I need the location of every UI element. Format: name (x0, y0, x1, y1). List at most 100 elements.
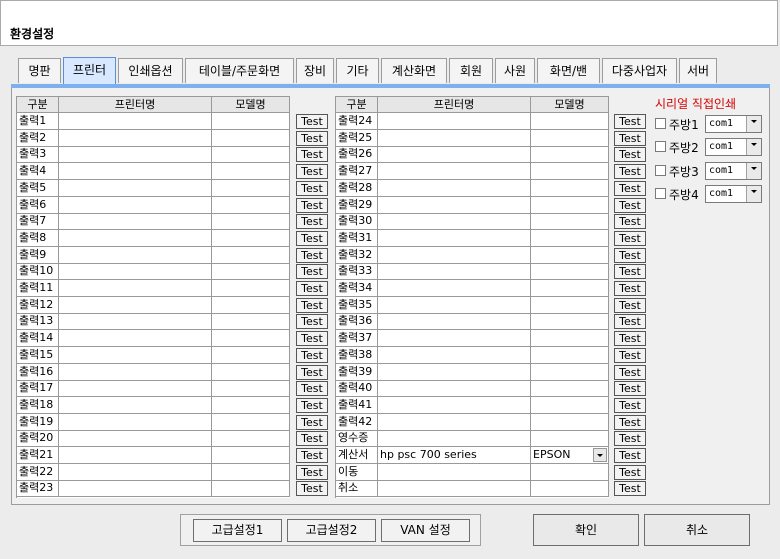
table-cell-model[interactable] (212, 346, 290, 364)
test-button[interactable]: Test (296, 347, 328, 363)
table-cell-model[interactable] (212, 246, 290, 264)
test-button[interactable]: Test (296, 364, 328, 380)
table-cell-model[interactable] (212, 363, 290, 381)
test-button[interactable]: Test (614, 381, 646, 397)
table-cell-model[interactable] (212, 196, 290, 214)
table-cell-model[interactable] (531, 346, 609, 364)
table-cell-printer[interactable] (59, 263, 212, 281)
tab-3[interactable]: 인쇄옵션 (118, 58, 183, 83)
tab-4[interactable]: 테이블/주문화면 (185, 58, 294, 83)
table-cell-model[interactable] (212, 296, 290, 314)
table-cell-printer[interactable] (378, 213, 531, 231)
test-button[interactable]: Test (296, 230, 328, 246)
test-button[interactable]: Test (296, 164, 328, 180)
table-cell-model[interactable] (531, 246, 609, 264)
test-button[interactable]: Test (614, 164, 646, 180)
table-cell-model[interactable] (531, 413, 609, 431)
advanced-settings-2-button[interactable]: 고급설정2 (287, 519, 376, 542)
serial-port-select[interactable]: com1 (705, 115, 762, 133)
chevron-down-icon[interactable] (593, 448, 607, 462)
test-button[interactable]: Test (614, 448, 646, 463)
table-cell-printer[interactable]: hp psc 700 series (378, 447, 531, 464)
table-cell-model[interactable] (212, 396, 290, 414)
test-button[interactable]: Test (614, 147, 646, 163)
test-button[interactable]: Test (614, 197, 646, 213)
tab-2[interactable]: 프린터 (63, 57, 116, 84)
table-cell-printer[interactable] (378, 163, 531, 181)
ok-button[interactable]: 확인 (533, 514, 639, 546)
table-cell-printer[interactable] (59, 430, 212, 448)
table-cell-printer[interactable] (59, 480, 212, 498)
test-button[interactable]: Test (296, 214, 328, 230)
test-button[interactable]: Test (614, 347, 646, 363)
tab-11[interactable]: 다중사업자 (602, 58, 677, 83)
advanced-settings-1-button[interactable]: 고급설정1 (193, 519, 282, 542)
table-cell-printer[interactable] (378, 313, 531, 331)
table-cell-printer[interactable] (378, 229, 531, 247)
tab-8[interactable]: 회원 (449, 58, 493, 83)
table-cell-printer[interactable] (59, 229, 212, 247)
serial-port-select[interactable]: com1 (705, 161, 762, 180)
table-cell-model[interactable] (531, 330, 609, 348)
table-cell-printer[interactable] (378, 330, 531, 348)
test-button[interactable]: Test (296, 464, 328, 480)
table-cell-printer[interactable] (378, 430, 531, 448)
test-button[interactable]: Test (296, 114, 328, 129)
table-cell-model[interactable] (531, 463, 609, 481)
test-button[interactable]: Test (614, 281, 646, 296)
table-cell-printer[interactable] (378, 113, 531, 130)
table-cell-printer[interactable] (59, 196, 212, 214)
test-button[interactable]: Test (296, 264, 328, 280)
test-button[interactable]: Test (296, 414, 328, 430)
test-button[interactable]: Test (614, 431, 646, 447)
table-cell-model[interactable] (531, 396, 609, 414)
test-button[interactable]: Test (296, 381, 328, 397)
test-button[interactable]: Test (296, 197, 328, 213)
table-cell-model[interactable] (212, 330, 290, 348)
table-cell-printer[interactable] (378, 463, 531, 481)
table-cell-model[interactable] (212, 179, 290, 197)
test-button[interactable]: Test (296, 397, 328, 413)
test-button[interactable]: Test (614, 214, 646, 230)
table-cell-model[interactable] (212, 463, 290, 481)
table-cell-printer[interactable] (59, 330, 212, 348)
table-cell-printer[interactable] (378, 129, 531, 147)
table-cell-printer[interactable] (378, 296, 531, 314)
table-cell-model[interactable] (531, 280, 609, 297)
test-button[interactable]: Test (296, 247, 328, 263)
table-cell-model[interactable] (531, 213, 609, 231)
table-cell-model[interactable] (212, 113, 290, 130)
table-cell-model[interactable] (212, 413, 290, 431)
table-cell-model[interactable] (531, 480, 609, 498)
tab-9[interactable]: 사원 (495, 58, 535, 83)
table-cell-printer[interactable] (59, 163, 212, 181)
test-button[interactable]: Test (296, 431, 328, 447)
table-cell-model[interactable] (212, 313, 290, 331)
table-cell-model[interactable] (212, 447, 290, 464)
table-cell-printer[interactable] (59, 113, 212, 130)
table-cell-printer[interactable] (378, 179, 531, 197)
serial-port-select[interactable]: com1 (705, 138, 762, 157)
test-button[interactable]: Test (296, 297, 328, 313)
serial-checkbox[interactable] (655, 187, 666, 199)
table-cell-model[interactable] (212, 229, 290, 247)
table-cell-printer[interactable] (59, 463, 212, 481)
table-cell-model[interactable] (212, 263, 290, 281)
table-cell-printer[interactable] (59, 280, 212, 297)
van-settings-button[interactable]: VAN 설정 (381, 519, 470, 542)
table-cell-printer[interactable] (378, 363, 531, 381)
table-cell-model[interactable] (531, 296, 609, 314)
table-cell-printer[interactable] (59, 396, 212, 414)
chevron-down-icon[interactable] (746, 139, 761, 156)
table-cell-printer[interactable] (59, 129, 212, 147)
table-cell-model[interactable] (531, 146, 609, 164)
test-button[interactable]: Test (296, 448, 328, 463)
test-button[interactable]: Test (296, 481, 328, 497)
test-button[interactable]: Test (614, 364, 646, 380)
chevron-down-icon[interactable] (746, 116, 761, 132)
test-button[interactable]: Test (296, 147, 328, 163)
table-cell-model[interactable] (531, 363, 609, 381)
test-button[interactable]: Test (614, 331, 646, 347)
test-button[interactable]: Test (614, 130, 646, 146)
table-cell-model[interactable] (531, 196, 609, 214)
